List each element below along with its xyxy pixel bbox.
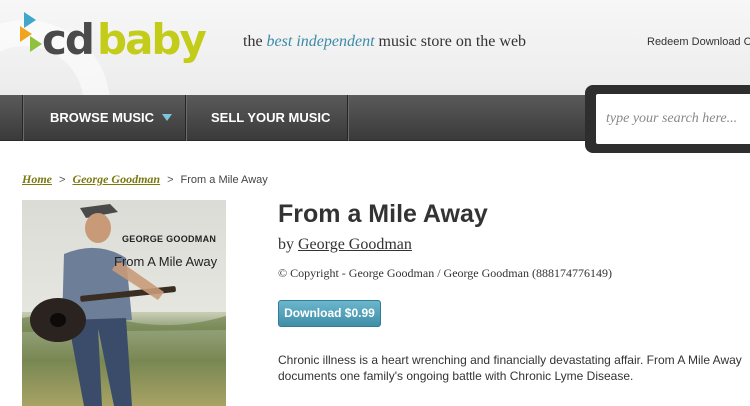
breadcrumb: Home > George Goodman > From a Mile Away [22, 172, 268, 187]
site-header: cd baby the best independent music store… [0, 0, 750, 95]
breadcrumb-current: From a Mile Away [180, 174, 268, 186]
tagline-suffix: music store on the web [374, 33, 527, 50]
svg-text:cd: cd [42, 15, 93, 64]
download-button[interactable]: Download $0.99 [278, 300, 381, 327]
artist-link[interactable]: George Goodman [298, 236, 412, 253]
copyright-notice: © Copyright - George Goodman / George Go… [278, 266, 612, 280]
search-input[interactable] [596, 94, 750, 144]
tagline: the best independent music store on the … [243, 33, 526, 51]
search-box [585, 85, 750, 153]
album-cover-artist: GEORGE GOODMAN [122, 234, 217, 244]
nav-divider [22, 95, 23, 141]
sell-your-music-label: SELL YOUR MUSIC [211, 110, 331, 125]
svg-text:baby: baby [97, 15, 206, 64]
breadcrumb-separator: > [59, 174, 66, 186]
album-title: From a Mile Away [278, 200, 488, 228]
album-description: Chronic illness is a heart wrenching and… [278, 353, 742, 383]
tagline-prefix: the [243, 33, 267, 50]
breadcrumb-artist-link[interactable]: George Goodman [72, 172, 160, 186]
album-cover[interactable]: GEORGE GOODMAN From A Mile Away [22, 200, 226, 406]
nav-divider [185, 95, 186, 141]
album-cover-title: From A Mile Away [114, 254, 218, 269]
browse-music-menu[interactable]: BROWSE MUSIC [50, 95, 172, 141]
byline-prefix: by [278, 236, 298, 253]
sell-your-music-link[interactable]: SELL YOUR MUSIC [211, 95, 330, 141]
nav-divider [347, 95, 348, 141]
browse-music-label: BROWSE MUSIC [50, 110, 154, 125]
album-cover-photo [22, 204, 226, 406]
tagline-highlight: best independent [266, 33, 375, 50]
cdbaby-logo-icon: cd baby [20, 12, 208, 64]
breadcrumb-separator: > [167, 174, 174, 186]
artist-byline: by George Goodman [278, 236, 412, 254]
chevron-down-icon [162, 114, 172, 121]
breadcrumb-home-link[interactable]: Home [22, 172, 52, 186]
redeem-download-link[interactable]: Redeem Download C [647, 36, 750, 48]
cdbaby-logo[interactable]: cd baby [20, 8, 230, 70]
